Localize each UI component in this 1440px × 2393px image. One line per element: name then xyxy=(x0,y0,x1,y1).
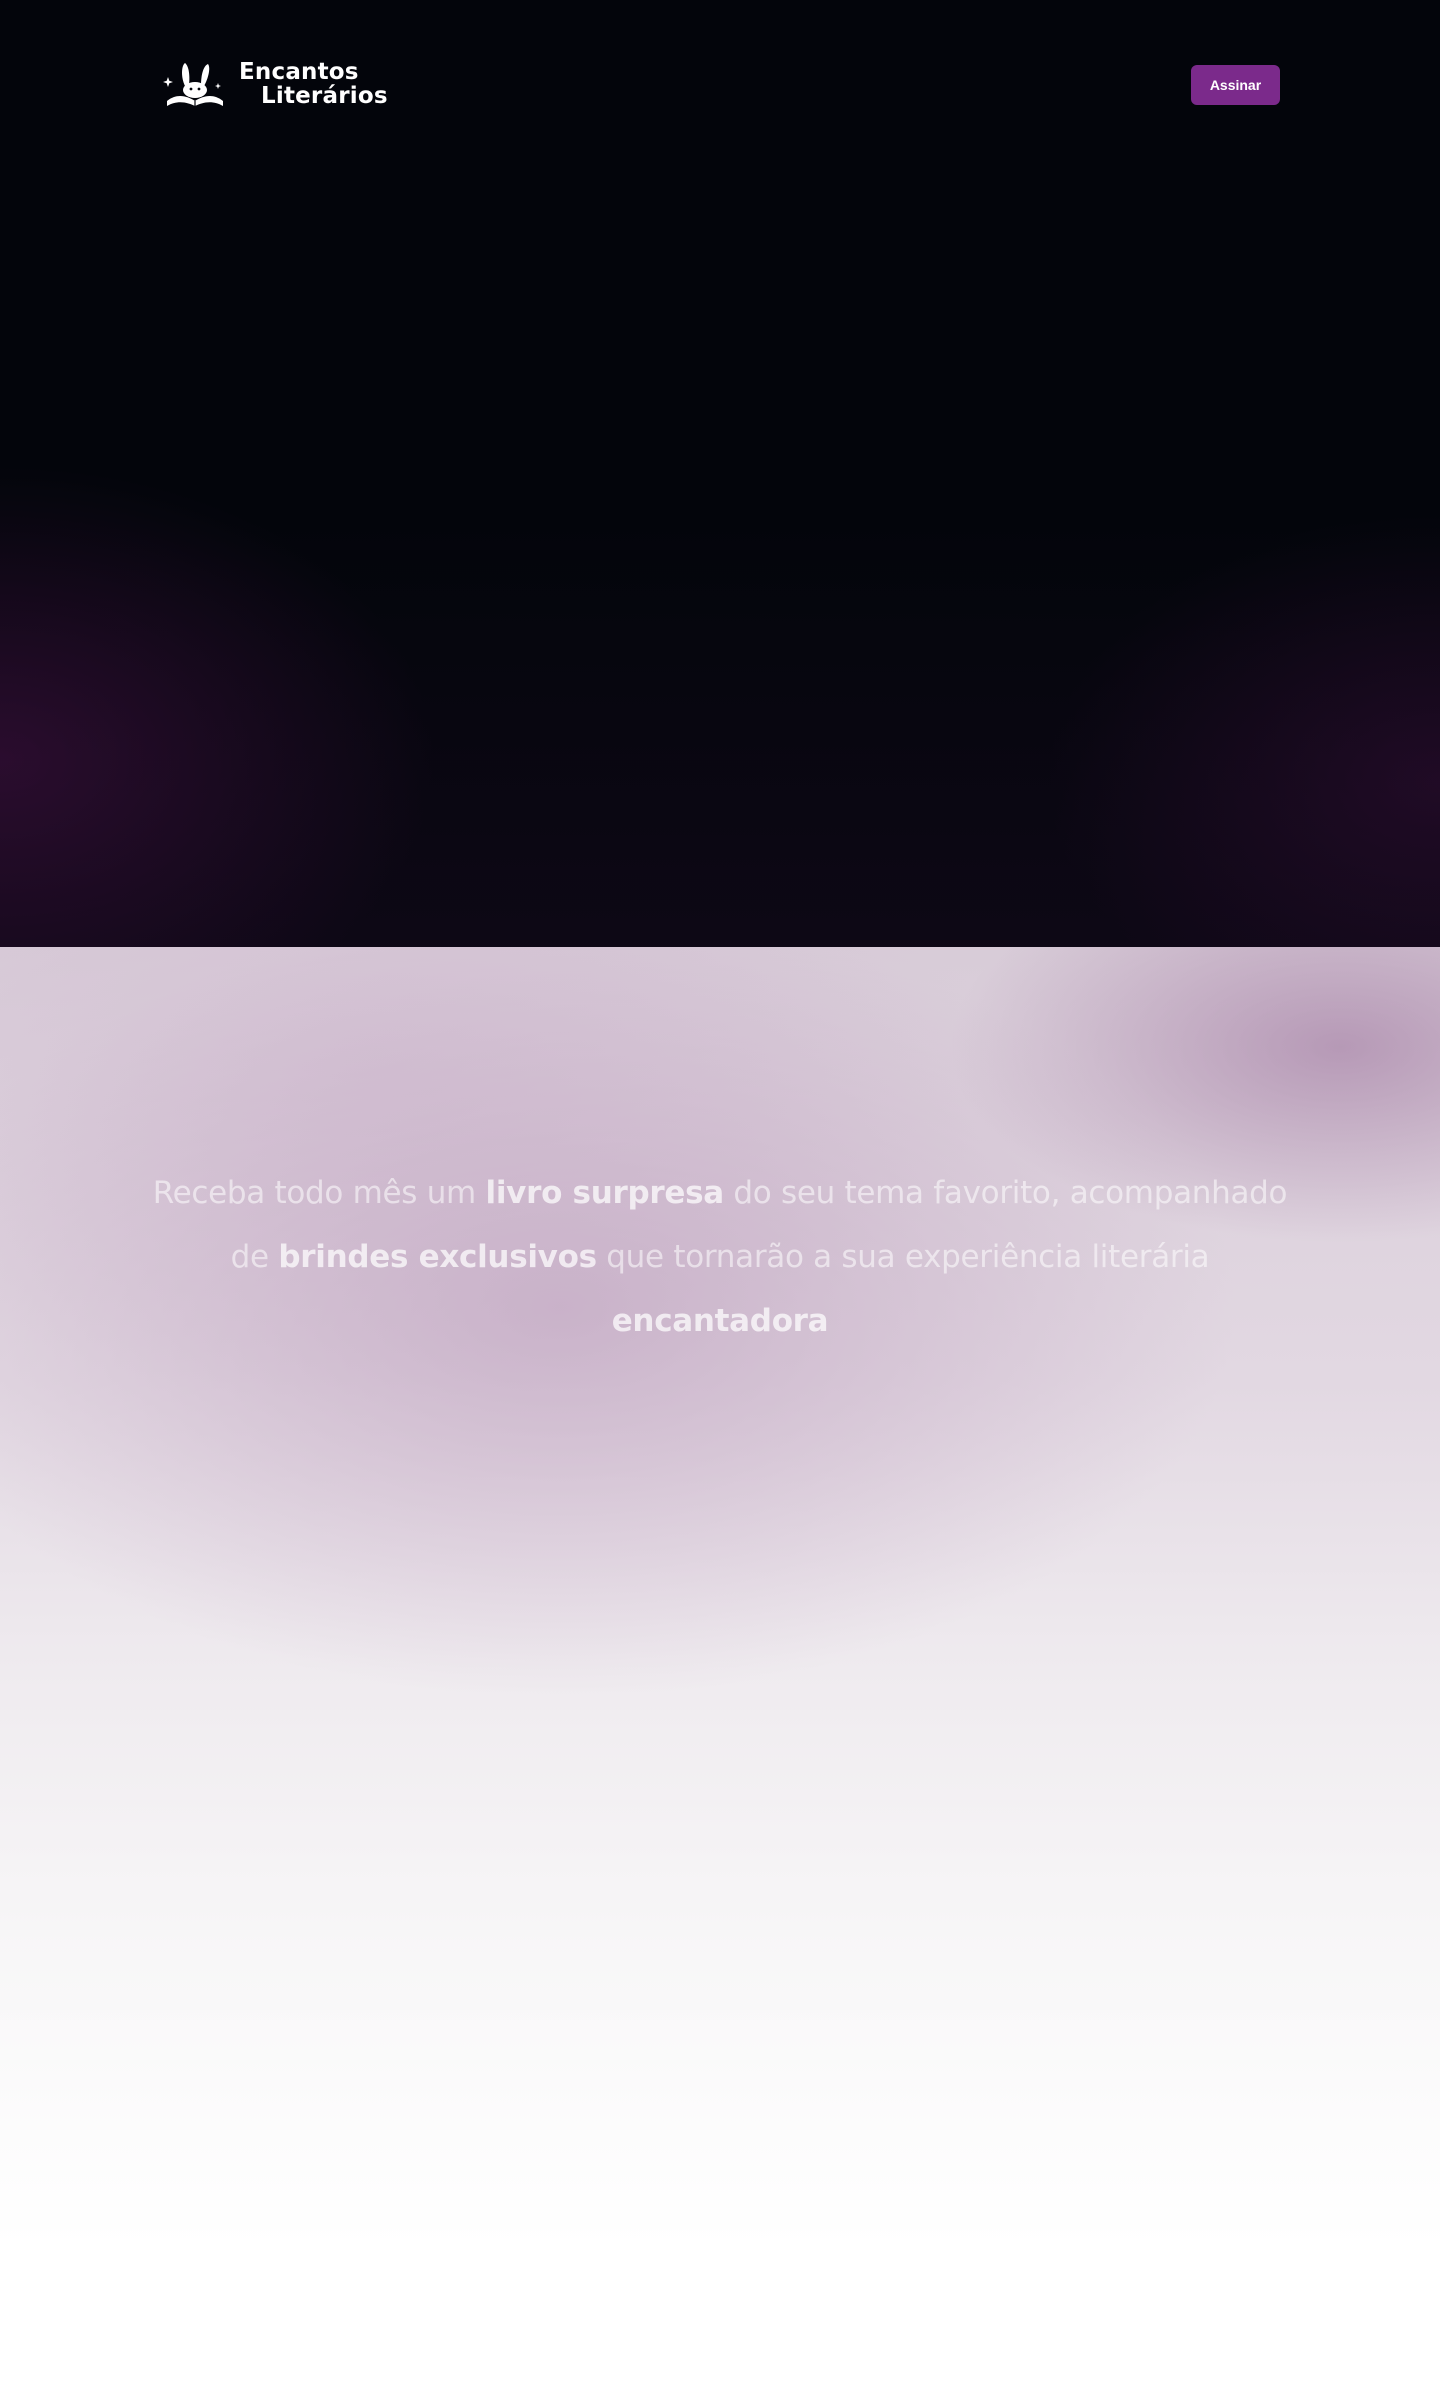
logo-wordmark: Encantos Literários xyxy=(239,60,388,108)
bunny-book-logo-icon xyxy=(163,63,223,106)
logo-line-1: Encantos xyxy=(239,59,359,85)
subscribe-button[interactable]: Assinar xyxy=(1191,65,1280,105)
logo-line-2: Literários xyxy=(261,83,388,109)
intro-text-part: Receba todo mês um xyxy=(152,1175,486,1211)
hero-section: Encantos Literários Assinar xyxy=(0,0,1440,947)
intro-highlight-encantadora: encantadora xyxy=(611,1303,829,1339)
intro-tagline: Receba todo mês um livro surpresa do seu… xyxy=(140,1161,1300,1353)
intro-highlight-brindes-exclusivos: brindes exclusivos xyxy=(278,1239,597,1275)
intro-text-part: que tornarão a sua experiência literária xyxy=(596,1239,1210,1275)
site-header: Encantos Literários Assinar xyxy=(0,0,1440,170)
site-logo[interactable]: Encantos Literários xyxy=(163,60,393,110)
intro-section: Receba todo mês um livro surpresa do seu… xyxy=(0,947,1440,2393)
intro-highlight-livro-surpresa: livro surpresa xyxy=(485,1175,725,1211)
